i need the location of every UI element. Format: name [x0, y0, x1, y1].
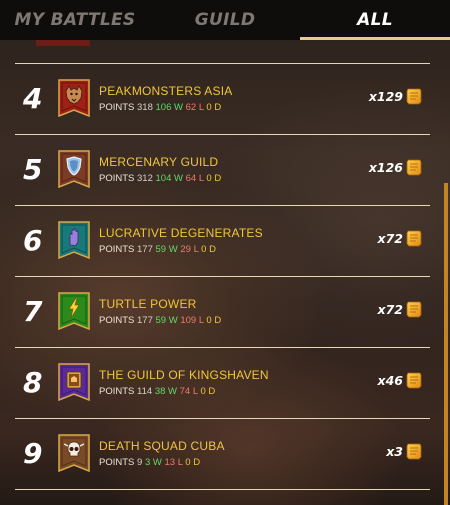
guild-rank: 6: [23, 224, 43, 257]
draws-value: 0 D: [206, 102, 222, 113]
reward-multiplier: x126: [368, 160, 403, 175]
guild-stats: POINTS 312 104 W 64 L 0 D: [99, 173, 221, 184]
reward-multiplier: x129: [368, 89, 403, 104]
guild-name[interactable]: MERCENARY GUILD: [99, 155, 218, 169]
wins-value: 59 W: [155, 244, 178, 255]
draws-value: 0 D: [206, 315, 222, 326]
losses-value: 62 L: [185, 102, 204, 113]
draws-value: 0 D: [206, 173, 222, 184]
draws-value: 0 D: [200, 386, 216, 397]
guild-rank: 5: [23, 153, 43, 186]
scrollbar[interactable]: [444, 183, 448, 505]
tab-bar: MY BATTLES GUILD ALL: [0, 0, 450, 40]
guild-rank: 9: [23, 437, 43, 470]
guild-banner: [58, 363, 90, 401]
wins-value: 3 W: [144, 457, 162, 468]
guild-banner: [58, 221, 90, 259]
tab-guild[interactable]: GUILD: [150, 0, 300, 40]
guild-row[interactable]: 8 THE GUILD OF KINGSHAVEN POINTS 114 38 …: [15, 348, 430, 419]
reward: x72: [378, 230, 422, 247]
reward: x72: [378, 301, 422, 318]
losses-value: 64 L: [185, 173, 204, 184]
merit-icon: [406, 88, 422, 105]
reward-multiplier: x46: [377, 373, 403, 388]
reward: x3: [386, 443, 422, 460]
merit-icon: [406, 301, 422, 318]
guild-stats: POINTS 177 59 W 109 L 0 D: [99, 315, 221, 326]
guild-name[interactable]: LUCRATIVE DEGENERATES: [99, 226, 263, 240]
points-label: POINTS: [99, 102, 135, 113]
points-label: POINTS: [99, 173, 135, 184]
points-value: 318: [137, 102, 153, 113]
merit-icon: [406, 372, 422, 389]
losses-value: 13 L: [164, 457, 183, 468]
guild-row[interactable]: 6 LUCRATIVE DEGENERATES POINTS 177 59 W …: [15, 206, 430, 277]
previous-row-banner-edge: [36, 40, 90, 46]
guild-banner: [58, 150, 90, 188]
guild-banner: [58, 79, 90, 117]
points-label: POINTS: [99, 315, 135, 326]
losses-value: 109 L: [180, 315, 204, 326]
losses-value: 74 L: [179, 386, 198, 397]
reward-multiplier: x3: [386, 444, 403, 459]
reward: x46: [378, 372, 422, 389]
reward-multiplier: x72: [377, 231, 403, 246]
losses-value: 29 L: [180, 244, 199, 255]
points-value: 9: [137, 457, 143, 468]
merit-icon: [406, 443, 422, 460]
guild-rank: 8: [23, 366, 43, 399]
wins-value: 38 W: [154, 386, 177, 397]
guild-stats: POINTS 177 59 W 29 L 0 D: [99, 244, 216, 255]
points-label: POINTS: [99, 244, 135, 255]
tab-all[interactable]: ALL: [300, 0, 450, 40]
guild-rank: 4: [23, 82, 43, 115]
guild-name[interactable]: TURTLE POWER: [99, 297, 197, 311]
tab-my-battles[interactable]: MY BATTLES: [0, 0, 150, 40]
guild-row[interactable]: 9 DEATH SQUAD CUBA POINTS 9 3 W 13 L 0 D…: [15, 419, 430, 490]
points-value: 114: [137, 386, 153, 397]
points-value: 177: [137, 315, 153, 326]
reward: x129: [369, 88, 422, 105]
guild-row[interactable]: 5 MERCENARY GUILD POINTS 312 104 W 64 L …: [15, 135, 430, 206]
points-value: 177: [137, 244, 153, 255]
points-value: 312: [137, 173, 153, 184]
wins-value: 106 W: [155, 102, 183, 113]
guild-name[interactable]: PEAKMONSTERS ASIA: [99, 84, 232, 98]
guild-row[interactable]: 7 TURTLE POWER POINTS 177 59 W 109 L 0 D…: [15, 277, 430, 348]
wins-value: 59 W: [155, 315, 178, 326]
guild-banner: [58, 292, 90, 330]
merit-icon: [406, 159, 422, 176]
guild-row[interactable]: 4 PEAKMONSTERS ASIA POINTS 318 106 W 62 …: [15, 64, 430, 135]
draws-value: 0 D: [201, 244, 216, 255]
book-icon: [66, 371, 82, 389]
guild-rank: 7: [23, 295, 43, 328]
guild-stats: POINTS 114 38 W 74 L 0 D: [99, 386, 215, 397]
draws-value: 0 D: [185, 457, 201, 468]
wins-value: 104 W: [155, 173, 183, 184]
points-label: POINTS: [99, 386, 135, 397]
guild-stats: POINTS 318 106 W 62 L 0 D: [99, 102, 221, 113]
guild-name[interactable]: THE GUILD OF KINGSHAVEN: [99, 368, 269, 382]
merit-icon: [406, 230, 422, 247]
reward: x126: [369, 159, 422, 176]
guild-name[interactable]: DEATH SQUAD CUBA: [99, 439, 225, 453]
guild-stats: POINTS 9 3 W 13 L 0 D: [99, 457, 200, 468]
guild-banner: [58, 434, 90, 472]
points-label: POINTS: [99, 457, 135, 468]
reward-multiplier: x72: [377, 302, 403, 317]
